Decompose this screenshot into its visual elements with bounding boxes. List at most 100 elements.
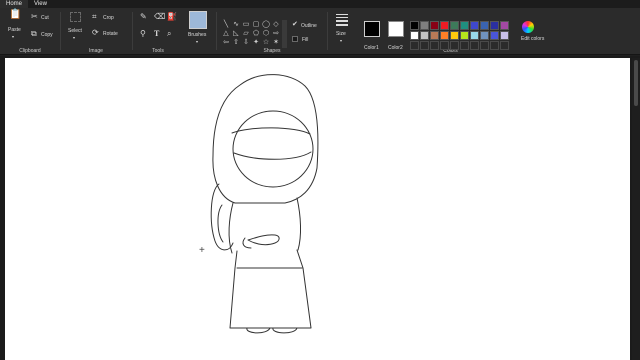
brush-icon[interactable] [189,11,207,29]
right-arrow-shape-icon[interactable]: ⇨ [271,29,281,38]
image-label: Image [89,48,103,54]
diamond-shape-icon[interactable]: ◇ [271,20,281,29]
select-icon[interactable] [70,12,81,22]
five-point-star-shape-icon[interactable]: ☆ [261,38,271,47]
color-swatch[interactable] [430,41,439,50]
outline-checkmark-icon[interactable]: ✔ [292,21,298,29]
color-swatch[interactable] [460,31,469,40]
color-swatch[interactable] [470,41,479,50]
up-arrow-shape-icon[interactable]: ⇧ [231,38,241,47]
curve-shape-icon[interactable]: ∿ [231,20,241,29]
color-swatch[interactable] [500,21,509,30]
size-dropdown-icon[interactable]: ▾ [340,38,342,43]
color-swatch[interactable] [420,31,429,40]
tab-view[interactable]: View [28,0,53,8]
edit-colors-button[interactable]: Edit colors [521,36,544,42]
magnifier-icon[interactable]: ⌕ [167,30,171,38]
color-swatch[interactable] [410,21,419,30]
crop-icon[interactable]: ⌗ [92,13,97,21]
fill-icon[interactable] [292,36,298,42]
scissors-icon[interactable]: ✂ [31,13,38,21]
color-swatch[interactable] [420,41,429,50]
oval-shape-icon[interactable]: ◯ [261,20,271,29]
color-swatch[interactable] [490,21,499,30]
color-swatch[interactable] [450,21,459,30]
color-palette [410,21,509,50]
color-swatch[interactable] [450,41,459,50]
vertical-scrollbar-thumb[interactable] [634,60,638,106]
rotate-button[interactable]: Rotate [103,31,118,37]
color2-button[interactable]: Color2 [388,45,403,51]
brushes-group: Brushes ▾ [184,8,214,55]
hijab-girl-drawing [210,74,319,334]
divider [132,12,133,50]
color-swatch[interactable] [410,31,419,40]
color-swatch[interactable] [410,41,419,50]
four-point-star-shape-icon[interactable]: ✦ [251,38,261,47]
shapes-gallery-scrollbar[interactable] [282,20,287,48]
color-swatch[interactable] [500,31,509,40]
brushes-button[interactable]: Brushes [188,32,206,38]
paste-dropdown-icon[interactable]: ▾ [12,34,14,39]
dress-outline [229,249,312,329]
rotate-icon[interactable]: ⟳ [92,29,99,37]
size-button[interactable]: Size [336,31,346,37]
color-swatch[interactable] [480,31,489,40]
right-triangle-shape-icon[interactable]: ◺ [231,29,241,38]
crop-button[interactable]: Crop [103,15,114,21]
color-swatch[interactable] [430,31,439,40]
copy-button[interactable]: Copy [41,32,53,38]
color-swatch[interactable] [490,41,499,50]
color-swatch[interactable] [490,31,499,40]
color-swatch[interactable] [460,41,469,50]
rectangle-shape-icon[interactable]: ▭ [241,20,251,29]
copy-icon[interactable]: ⧉ [31,30,37,38]
size-line [336,24,348,26]
cut-button[interactable]: Cut [41,15,49,21]
paste-button[interactable]: Paste [8,27,21,33]
color-swatch[interactable] [480,41,489,50]
down-arrow-shape-icon[interactable]: ⇩ [241,38,251,47]
color-swatch[interactable] [440,21,449,30]
tab-home[interactable]: Home [0,0,29,8]
color1-button[interactable]: Color1 [364,45,379,51]
color-swatch[interactable] [500,41,509,50]
pencil-icon[interactable]: ✎ [140,13,147,21]
color-swatch[interactable] [470,31,479,40]
color-swatch[interactable] [480,21,489,30]
hexagon-shape-icon[interactable]: ⬡ [261,29,271,38]
eraser-icon[interactable]: ⌫ [154,13,165,21]
face-outline [232,110,314,188]
edit-colors-icon[interactable] [522,21,534,33]
fill-button[interactable]: Fill [302,37,308,43]
parallelogram-shape-icon[interactable]: ▱ [241,29,251,38]
line-shape-icon[interactable]: ╲ [221,20,231,29]
left-arrow-shape-icon[interactable]: ⇦ [221,38,231,47]
color-swatch[interactable] [420,21,429,30]
color-swatch[interactable] [440,41,449,50]
color-swatch[interactable] [430,21,439,30]
color2-swatch[interactable] [388,21,404,37]
text-icon[interactable]: T [154,30,159,38]
color1-swatch[interactable] [364,21,380,37]
color-picker-icon[interactable]: ⚲ [140,30,146,38]
color-swatch[interactable] [450,31,459,40]
select-dropdown-icon[interactable]: ▾ [73,35,75,40]
triangle-shape-icon[interactable]: △ [221,29,231,38]
brushes-dropdown-icon[interactable]: ▾ [196,39,198,44]
fill-bucket-icon[interactable]: ⛽ [167,13,177,21]
pentagon-shape-icon[interactable]: ⬠ [251,29,261,38]
shapes-gallery: ╲ ∿ ▭ ▢ ◯ ◇ △ ◺ ▱ ⬠ ⬡ ⇨ ⇦ ⇧ ⇩ ✦ ☆ ✶ [221,20,281,48]
paste-icon[interactable]: 📋 [9,10,21,20]
size-group: Size ▾ [330,8,354,55]
size-icon[interactable] [336,14,348,15]
drawing-canvas[interactable] [5,58,630,360]
clipboard-label: Clipboard [19,48,41,54]
six-point-star-shape-icon[interactable]: ✶ [271,38,281,47]
color-swatch[interactable] [470,21,479,30]
color-swatch[interactable] [440,31,449,40]
outline-button[interactable]: Outline [301,23,317,29]
select-button[interactable]: Select [68,28,82,34]
rounded-rectangle-shape-icon[interactable]: ▢ [251,20,261,29]
color-swatch[interactable] [460,21,469,30]
